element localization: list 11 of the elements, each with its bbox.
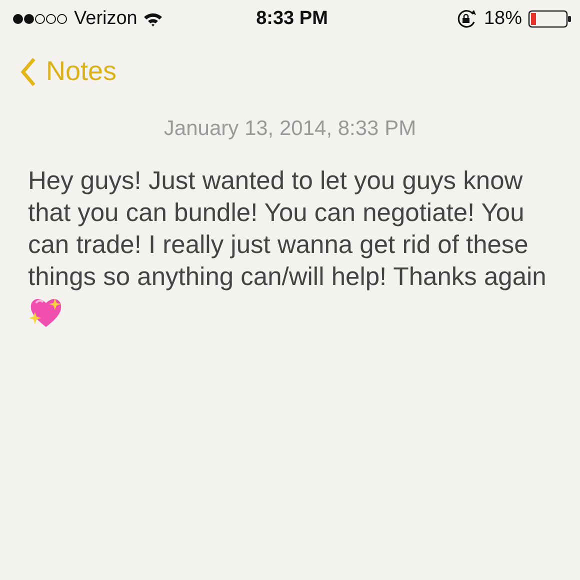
chevron-icon [20,56,36,86]
note-date: January 13, 2014, 8:33 PM [162,117,418,141]
carrier-name: Verizon [74,8,138,30]
signal-icon [12,13,68,25]
battery-percent: 18% [484,8,522,30]
rotation-lock-icon [456,9,478,29]
wifi-icon [143,12,164,26]
status-time: 8:33 PM [256,8,328,30]
battery-icon [528,10,572,28]
note-text: Hey guys! Just wanted to let you guys know that you can bundle! You can negotiate! You can trade! I really just wanna get rid of these things so anything can/will help! Thanks again [28,167,546,291]
back-button[interactable]: Notes [20,56,117,87]
